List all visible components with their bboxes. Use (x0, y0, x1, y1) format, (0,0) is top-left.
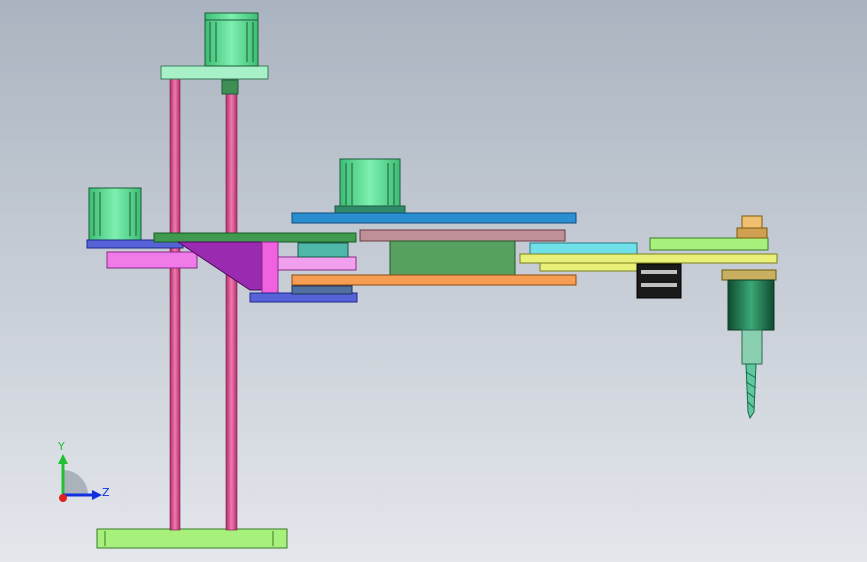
brown-link[interactable] (359, 229, 566, 242)
orange-lower-link[interactable] (291, 274, 577, 286)
y-axis-head (58, 454, 68, 464)
guide-rod-left[interactable] (169, 77, 181, 531)
cad-viewport[interactable] (0, 0, 867, 562)
green-wrist-link[interactable] (649, 237, 769, 251)
shoulder-motor[interactable] (334, 158, 406, 215)
spindle-top-collar[interactable] (736, 215, 768, 239)
z-axis-head (92, 490, 102, 500)
y-axis-label: Y (58, 440, 65, 453)
tool-chuck[interactable] (741, 329, 763, 365)
drill-bit[interactable] (745, 363, 757, 420)
base-rotation-motor[interactable] (88, 187, 142, 241)
gearbox-block[interactable] (389, 240, 516, 276)
top-plate[interactable] (160, 65, 269, 80)
spindle-flange[interactable] (721, 269, 777, 281)
wrist-motor[interactable] (636, 263, 682, 299)
lead-screw-right[interactable] (225, 77, 238, 531)
magenta-left-arm[interactable] (106, 251, 198, 269)
green-carriage-plate[interactable] (153, 232, 357, 243)
upper-blue-link[interactable] (291, 212, 577, 224)
z-axis-label: Z (102, 486, 110, 499)
origin-dot (59, 494, 67, 502)
spindle-motor[interactable] (727, 279, 775, 331)
magenta-column[interactable] (261, 241, 279, 295)
triad-plane (63, 470, 88, 495)
magenta-mid-plate[interactable] (277, 256, 357, 271)
coordinate-triad: Y Z (48, 440, 118, 510)
cyan-forearm-link[interactable] (529, 242, 638, 255)
base-plate[interactable] (96, 528, 288, 549)
pulley-lower[interactable] (291, 285, 353, 295)
pulley-upper[interactable] (297, 242, 349, 258)
